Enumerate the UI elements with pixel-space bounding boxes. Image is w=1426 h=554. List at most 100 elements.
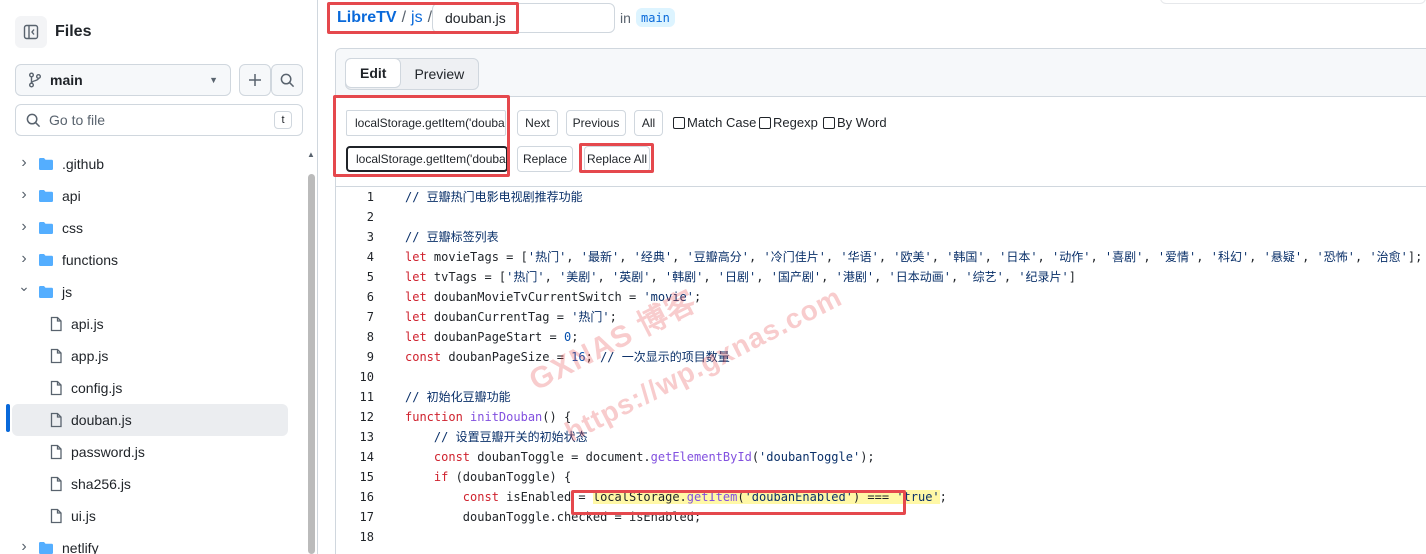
- code-line[interactable]: 11 // 初始化豆瓣功能: [336, 387, 1426, 407]
- code-line[interactable]: 15 if (doubanToggle) {: [336, 467, 1426, 487]
- tree-file[interactable]: api.js: [0, 308, 304, 340]
- checkbox-box[interactable]: [823, 116, 835, 129]
- chevron-right-icon[interactable]: ›: [18, 250, 30, 268]
- by-word-checkbox[interactable]: By Word: [823, 115, 887, 130]
- tree-folder[interactable]: › .github: [0, 148, 304, 180]
- code-text: let doubanCurrentTag = '热门';: [405, 310, 617, 324]
- file-icon: [48, 412, 64, 431]
- breadcrumb-folder-link[interactable]: js: [411, 9, 423, 27]
- tree-file[interactable]: app.js: [0, 340, 304, 372]
- breadcrumb-separator: /: [427, 9, 433, 26]
- code-line[interactable]: 17 doubanToggle.checked = isEnabled;: [336, 507, 1426, 527]
- tab-edit[interactable]: Edit: [345, 58, 402, 88]
- go-to-file-input[interactable]: Go to file t: [15, 104, 303, 136]
- search-code-button[interactable]: [271, 64, 303, 96]
- code-text: const isEnabled = localStorage.getItem('…: [462, 490, 947, 504]
- add-file-button[interactable]: [239, 64, 271, 96]
- code-line[interactable]: 4 let movieTags = ['热门', '最新', '经典', '豆瓣高…: [336, 247, 1426, 267]
- code-line[interactable]: 14 const doubanToggle = document.getElem…: [336, 447, 1426, 467]
- code-text: const doubanToggle = document.getElement…: [433, 450, 875, 464]
- chevron-right-icon[interactable]: ›: [18, 186, 30, 204]
- tree-item-label: sha256.js: [71, 476, 131, 492]
- code-line[interactable]: 5 let tvTags = ['热门', '美剧', '英剧', '韩剧', '…: [336, 267, 1426, 287]
- find-replace-panel: localStorage.getItem('doubanEnabled') ==…: [336, 97, 1426, 187]
- line-number: 13: [359, 430, 374, 444]
- code-text: // 豆瓣标签列表: [405, 230, 499, 244]
- tree-folder[interactable]: › css: [0, 212, 304, 244]
- collapse-sidebar-button[interactable]: [15, 16, 47, 48]
- go-to-file-placeholder: Go to file: [49, 112, 106, 128]
- code-line[interactable]: 13 // 设置豆瓣开关的初始状态: [336, 427, 1426, 447]
- line-number: 14: [359, 450, 374, 464]
- match-case-checkbox[interactable]: Match Case: [673, 115, 756, 130]
- replace-all-button[interactable]: Replace All: [584, 146, 650, 172]
- code-line[interactable]: 8 let doubanPageStart = 0;: [336, 327, 1426, 347]
- sidebar-scrollbar[interactable]: ▲: [306, 150, 316, 554]
- find-next-button[interactable]: Next: [517, 110, 558, 136]
- branch-selector[interactable]: main ▼: [15, 64, 231, 96]
- editor-frame: Edit Preview localStorage.getItem('douba…: [335, 48, 1426, 554]
- find-all-button[interactable]: All: [634, 110, 663, 136]
- branch-badge[interactable]: main: [636, 8, 675, 27]
- chevron-down-icon: ▼: [209, 75, 218, 85]
- code-editor[interactable]: 1 // 豆瓣热门电影电视剧推荐功能 2 3 // 豆瓣标签列表 4 let movieTa…: [336, 187, 1426, 547]
- folder-icon: [38, 540, 54, 554]
- tree-file[interactable]: douban.js: [12, 404, 288, 436]
- file-icon: [48, 508, 64, 527]
- tree-folder[interactable]: › api: [0, 180, 304, 212]
- selected-file-marker: [6, 404, 10, 432]
- code-line[interactable]: 10: [336, 367, 1426, 387]
- tree-item-label: ui.js: [71, 508, 96, 524]
- code-line[interactable]: 12 function initDouban() {: [336, 407, 1426, 427]
- replace-input[interactable]: localStorage.getItem('doubanEnabled') !=…: [346, 146, 508, 172]
- tree-folder[interactable]: › functions: [0, 244, 304, 276]
- tree-file[interactable]: password.js: [0, 436, 304, 468]
- checkbox-box[interactable]: [759, 116, 771, 129]
- search-input[interactable]: localStorage.getItem('doubanEnabled') ==…: [346, 110, 506, 136]
- sidebar-header: Files: [15, 16, 91, 48]
- tree-file[interactable]: ui.js: [0, 500, 304, 532]
- code-text: let movieTags = ['热门', '最新', '经典', '豆瓣高分…: [405, 250, 1423, 264]
- tab-preview[interactable]: Preview: [400, 59, 478, 89]
- code-line[interactable]: 2: [336, 207, 1426, 227]
- editor-toolbar: Edit Preview: [336, 49, 1426, 97]
- tree-file[interactable]: sha256.js: [0, 468, 304, 500]
- folder-icon: [38, 220, 54, 239]
- folder-icon: [38, 156, 54, 175]
- find-previous-button[interactable]: Previous: [566, 110, 626, 136]
- checkbox-box[interactable]: [673, 116, 685, 129]
- code-line[interactable]: 7 let doubanCurrentTag = '热门';: [336, 307, 1426, 327]
- scroll-up-icon[interactable]: ▲: [306, 150, 316, 159]
- code-line[interactable]: 6 let doubanMovieTvCurrentSwitch = 'movie…: [336, 287, 1426, 307]
- line-number: 9: [366, 350, 374, 364]
- tree-folder[interactable]: ⌄ js: [0, 276, 304, 308]
- tree-item-label: css: [62, 220, 83, 236]
- line-number: 16: [359, 490, 374, 504]
- chevron-right-icon[interactable]: ›: [18, 218, 30, 236]
- by-word-label: By Word: [837, 115, 887, 130]
- file-icon: [48, 348, 64, 367]
- tree-item-label: js: [62, 284, 73, 300]
- code-line[interactable]: 18: [336, 527, 1426, 547]
- tree-file[interactable]: config.js: [0, 372, 304, 404]
- branch-name: main: [50, 72, 83, 88]
- tree-folder[interactable]: › netlify: [0, 532, 304, 554]
- breadcrumb-repo-link[interactable]: LibreTV: [337, 9, 397, 27]
- chevron-right-icon[interactable]: ›: [18, 154, 30, 172]
- keyboard-shortcut-hint: t: [274, 111, 292, 129]
- code-text: let doubanPageStart = 0;: [405, 330, 579, 344]
- code-line[interactable]: 1 // 豆瓣热门电影电视剧推荐功能: [336, 187, 1426, 207]
- line-number: 8: [366, 330, 374, 344]
- replace-button[interactable]: Replace: [517, 146, 573, 172]
- scrollbar-thumb[interactable]: [308, 174, 315, 554]
- chevron-right-icon[interactable]: ›: [18, 538, 30, 554]
- code-line[interactable]: 3 // 豆瓣标签列表: [336, 227, 1426, 247]
- regexp-checkbox[interactable]: Regexp: [759, 115, 818, 130]
- chevron-down-icon[interactable]: ⌄: [18, 278, 30, 295]
- plus-icon: [249, 74, 261, 86]
- code-text: const doubanPageSize = 16; // 一次显示的项目数量: [405, 350, 730, 364]
- code-line[interactable]: 9 const doubanPageSize = 16; // 一次显示的项目数量: [336, 347, 1426, 367]
- file-tree: › .github › api › css › functions ⌄ js api.js app.j…: [0, 148, 304, 554]
- code-line[interactable]: 16 const isEnabled = localStorage.getIte…: [336, 487, 1426, 507]
- match-case-label: Match Case: [687, 115, 757, 130]
